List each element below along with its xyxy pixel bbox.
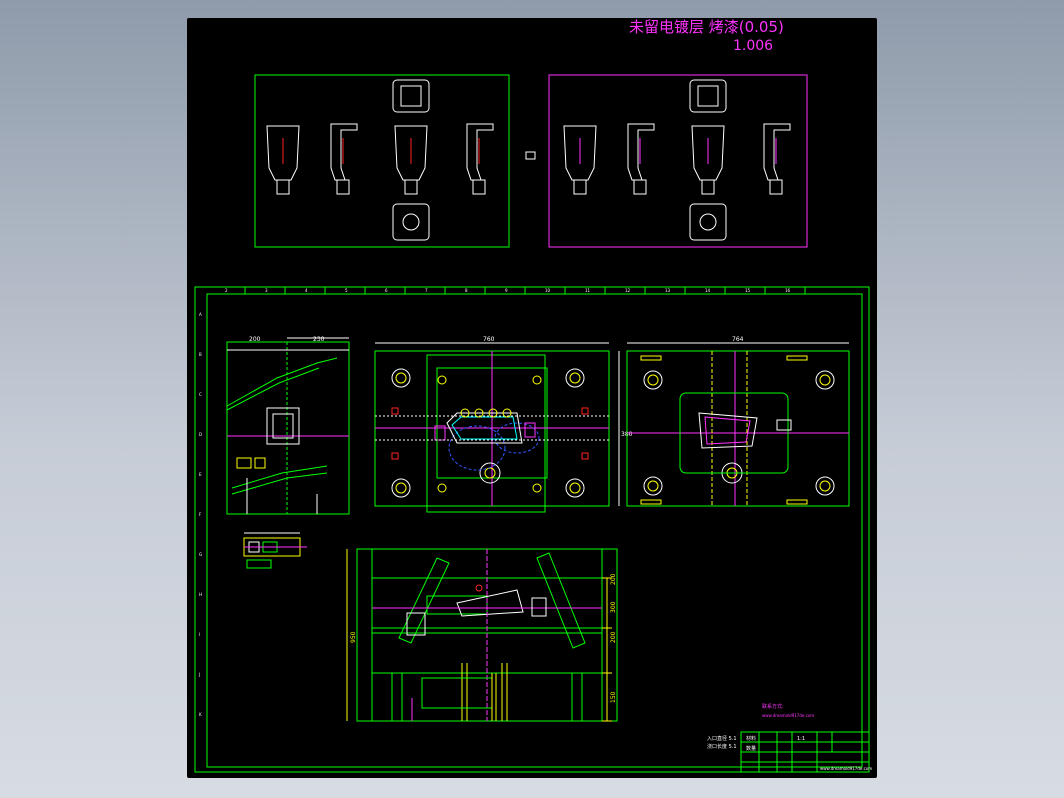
cad-drawing-sheet[interactable]: 2 3 4 5 6 7 8 9 10 11 12 13 14 15 16 A B C D E F G H I J K 200 23… xyxy=(187,18,877,778)
part-front-view-4 xyxy=(763,123,791,181)
dim-section-4: 150 xyxy=(610,691,617,703)
plate-b-view xyxy=(626,342,850,507)
dim-section-3: 200 xyxy=(610,631,617,643)
dim-section-1: 200 xyxy=(610,573,617,585)
part-bottom-view xyxy=(689,203,727,241)
grid-letter: I xyxy=(199,632,200,637)
grid-number: 5 xyxy=(345,288,348,293)
title-note-1: 入口直径 5.1 xyxy=(707,735,737,742)
part-front-view-base-3 xyxy=(701,179,715,195)
dim-plate-b-width: 764 xyxy=(732,336,744,343)
part-front-view-2 xyxy=(330,123,358,181)
contact-heading: 联系方式: xyxy=(762,703,784,710)
grid-number: 15 xyxy=(745,288,751,293)
part-front-view-base-2 xyxy=(336,179,350,195)
title-header-qty: 数量 xyxy=(746,745,756,752)
part-views-box-left xyxy=(254,74,510,248)
grid-letter: A xyxy=(199,312,202,317)
finish-note: 未留电镀层 烤漆(0.05) xyxy=(629,18,784,36)
plate-a-view xyxy=(374,342,620,513)
dim-section-2: 300 xyxy=(610,601,617,613)
scale-text: 1:1 xyxy=(797,736,805,742)
dim-side-left-b: 230 xyxy=(313,336,325,343)
grid-number: 13 xyxy=(665,288,671,293)
part-views-box-right xyxy=(548,74,808,248)
dim-section-total: 950 xyxy=(350,631,357,643)
shrink-factor: 1.006 xyxy=(733,38,774,54)
grid-number: 6 xyxy=(385,288,388,293)
small-marker xyxy=(525,151,536,160)
part-top-view-inner xyxy=(697,85,719,107)
part-bottom-view-hole xyxy=(699,213,717,231)
cad-canvas: 2 3 4 5 6 7 8 9 10 11 12 13 14 15 16 A B C D E F G H I J K 200 23… xyxy=(194,74,872,773)
grid-number: 4 xyxy=(305,288,308,293)
part-top-view-inner xyxy=(400,85,422,107)
title-header-material: 材料 xyxy=(746,735,756,742)
part-front-view-base-4 xyxy=(769,179,783,195)
part-front-view-2 xyxy=(627,123,655,181)
grid-letter: J xyxy=(198,672,200,677)
dim-plate-a-width: 760 xyxy=(483,336,495,343)
contact-url: www.dreamold917de.com xyxy=(762,713,814,718)
part-bottom-view-hole xyxy=(402,213,420,231)
part-front-view-base-1 xyxy=(276,179,290,195)
grid-letter: K xyxy=(199,712,202,717)
grid-number: 10 xyxy=(545,288,551,293)
part-top-view xyxy=(689,79,727,113)
grid-number: 2 xyxy=(225,288,228,293)
grid-letter: E xyxy=(199,472,202,477)
part-front-view-base-4 xyxy=(472,179,486,195)
section-view xyxy=(346,548,618,722)
grid-number: 3 xyxy=(265,288,268,293)
grid-letter: H xyxy=(199,592,202,597)
dim-side-left-a: 200 xyxy=(249,336,261,343)
drawing-outer-frame xyxy=(194,286,870,773)
title-footer-url: www.dreamold917de.com xyxy=(820,766,872,771)
grid-letter: D xyxy=(199,432,202,437)
part-views-right xyxy=(563,79,791,241)
grid-letter: B xyxy=(199,352,202,357)
part-top-view xyxy=(392,79,430,113)
part-views-left xyxy=(266,79,494,241)
grid-letter: C xyxy=(199,392,202,397)
grid-letter: F xyxy=(199,512,202,517)
grid-number: 16 xyxy=(785,288,791,293)
part-bottom-view xyxy=(392,203,430,241)
title-note-2: 浇口长度 5.1 xyxy=(707,743,737,750)
grid-number: 8 xyxy=(465,288,468,293)
part-front-view-4 xyxy=(466,123,494,181)
part-front-view-base-2 xyxy=(633,179,647,195)
detail-small-part xyxy=(243,532,307,569)
grid-letter: G xyxy=(199,552,202,557)
grid-number: 11 xyxy=(585,288,591,293)
grid-number: 12 xyxy=(625,288,631,293)
part-front-view-base-1 xyxy=(573,179,587,195)
part-front-view-base-3 xyxy=(404,179,418,195)
side-view-left xyxy=(226,337,350,515)
drawing-inner-frame xyxy=(206,293,863,768)
grid-number: 9 xyxy=(505,288,508,293)
grid-number: 14 xyxy=(705,288,711,293)
grid-number: 7 xyxy=(425,288,428,293)
